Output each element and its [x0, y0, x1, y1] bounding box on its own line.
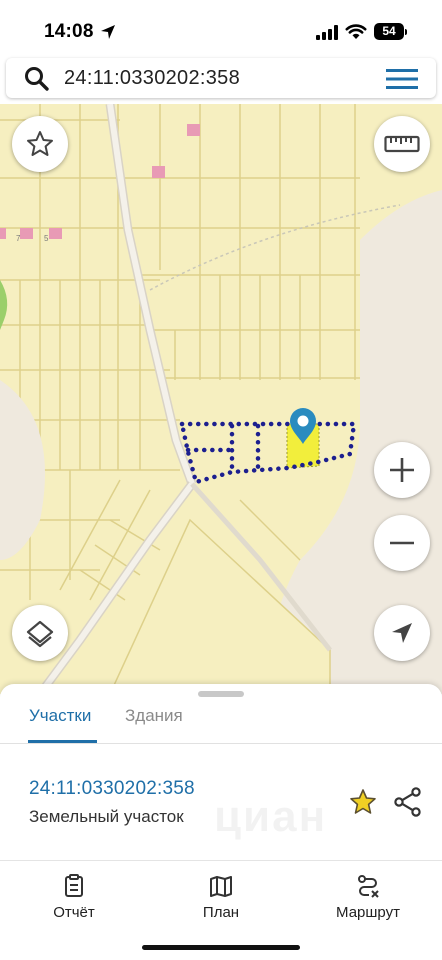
favorite-map-button[interactable]: [12, 116, 68, 172]
location-arrow-icon: [101, 25, 115, 39]
navigation-arrow-icon: [392, 623, 412, 643]
plot-label: 7: [16, 234, 21, 243]
layers-icon: [26, 620, 54, 648]
route-icon: [358, 875, 379, 898]
battery-tip: [405, 29, 407, 35]
report-icon: [65, 874, 83, 897]
zoom-in-button[interactable]: [374, 442, 430, 498]
signal-icon: [316, 25, 338, 40]
map-plan-icon: [210, 876, 232, 897]
plot-label: 5: [44, 234, 49, 243]
nav-plan[interactable]: План: [171, 874, 271, 921]
wifi-icon: [345, 24, 367, 39]
building: [20, 228, 33, 239]
screen: 14:08 54 24:11:0330202:358 7 5 Участки З…: [0, 0, 442, 960]
battery-icon: 54: [374, 23, 404, 40]
ruler-button[interactable]: [374, 116, 430, 172]
status-bar: 14:08 54: [0, 0, 442, 58]
building: [187, 124, 200, 136]
building: [49, 228, 62, 239]
bottom-sheet: Участки Здания циан 24:11:0330202:358 Зе…: [0, 684, 442, 960]
layers-button[interactable]: [12, 605, 68, 661]
star-icon[interactable]: [348, 787, 378, 817]
star-icon: [27, 131, 53, 156]
home-indicator: [142, 945, 300, 950]
locate-button[interactable]: [374, 605, 430, 661]
ruler-icon: [384, 135, 420, 153]
status-time: 14:08: [44, 21, 94, 42]
menu-icon[interactable]: [386, 67, 418, 91]
tab-buildings[interactable]: Здания: [125, 706, 183, 726]
tab-plots[interactable]: Участки: [29, 706, 91, 726]
nav-route-label: Маршрут: [336, 904, 400, 921]
divider: [0, 743, 442, 744]
map-canvas[interactable]: 7 5: [0, 104, 442, 694]
search-icon[interactable]: [24, 66, 50, 92]
zoom-out-button[interactable]: [374, 515, 430, 571]
plus-icon: [390, 458, 414, 482]
building: [0, 228, 6, 239]
nav-plan-label: План: [202, 904, 240, 921]
result-cadastral-number[interactable]: 24:11:0330202:358: [29, 778, 195, 800]
nav-route[interactable]: Маршрут: [318, 874, 418, 921]
nav-report-label: Отчёт: [53, 904, 95, 921]
search-input[interactable]: 24:11:0330202:358: [64, 66, 240, 90]
cadastral-map[interactable]: 7 5: [0, 104, 442, 694]
minus-icon: [390, 541, 414, 545]
result-type: Земельный участок: [29, 807, 184, 826]
watermark-logo: циан: [214, 792, 328, 841]
search-bar[interactable]: 24:11:0330202:358: [6, 58, 436, 98]
sheet-grabber[interactable]: [198, 691, 244, 697]
building: [152, 166, 165, 178]
divider: [0, 860, 442, 861]
nav-report[interactable]: Отчёт: [24, 874, 124, 921]
share-icon[interactable]: [394, 787, 422, 817]
